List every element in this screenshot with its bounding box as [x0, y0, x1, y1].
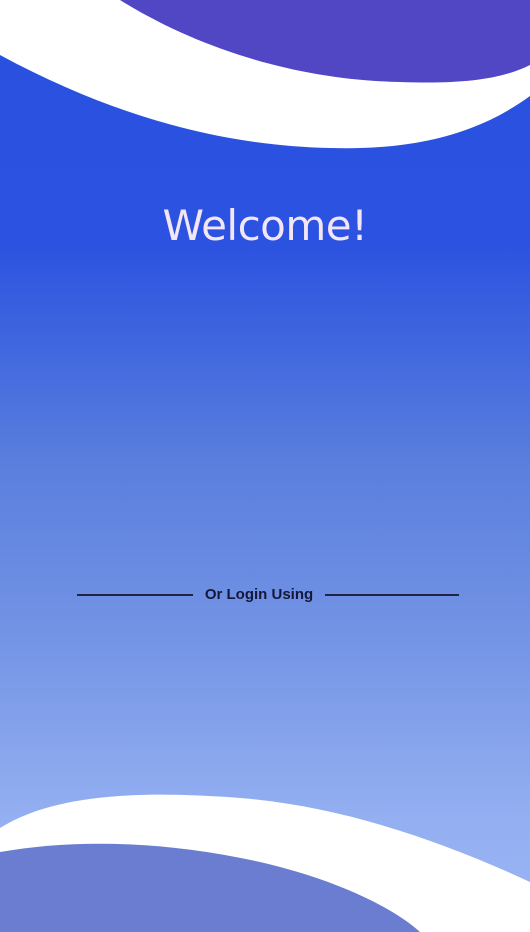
login-screen: Welcome! Or Login Using [0, 0, 530, 932]
divider-line-left [77, 594, 193, 596]
welcome-title: Welcome! [162, 201, 368, 250]
background-waves [0, 0, 530, 932]
login-divider: Or Login Using [0, 580, 530, 610]
divider-line-right [325, 594, 459, 596]
or-login-using-label: Or Login Using [204, 586, 314, 603]
